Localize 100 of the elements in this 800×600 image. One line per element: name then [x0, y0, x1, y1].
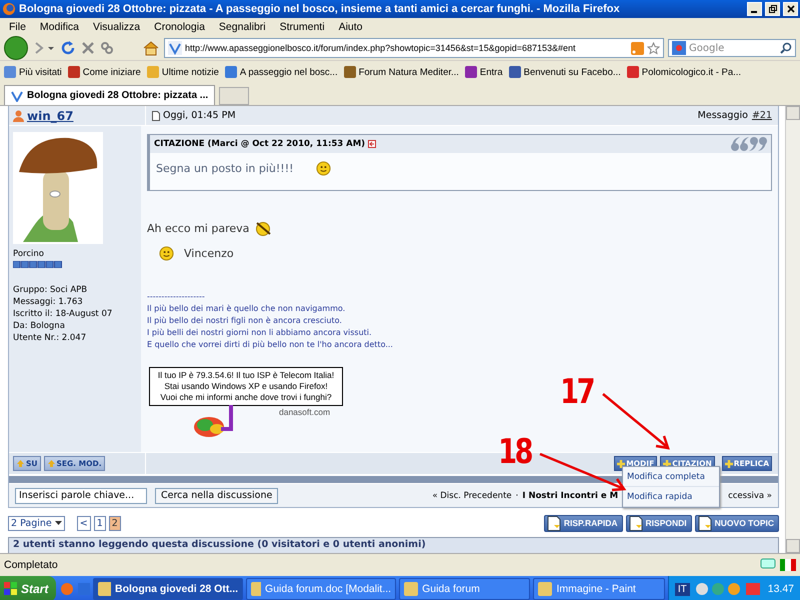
user-info: Messaggi: 1.763: [13, 296, 84, 308]
quote-header: CITAZIONE (Marci @ Oct 22 2010, 11:53 AM): [154, 139, 366, 149]
site-logo-icon: [11, 90, 23, 102]
scroll-down-button[interactable]: [786, 539, 800, 553]
bookmark-link[interactable]: A passeggio nel bosc...: [240, 66, 338, 78]
app-icon: [404, 582, 418, 596]
bookmark-link[interactable]: Benvenuti su Facebo...: [524, 66, 621, 78]
windows-logo-icon: [4, 582, 18, 596]
restore-icon: [768, 5, 776, 13]
bookmark-icon: [626, 66, 639, 78]
smiley-icon: [316, 161, 331, 176]
bookmark-icon: [4, 66, 16, 78]
bookmark-icon: [224, 66, 237, 78]
jump-arrow-icon[interactable]: [368, 140, 376, 148]
topic-title: I Nostri Incontri e M: [522, 490, 618, 500]
clock: 13.47: [768, 583, 794, 595]
back-button[interactable]: [4, 36, 28, 60]
signature-line: Il più bello dei mari è quello che non navigammo.: [147, 303, 346, 315]
bookmark-link[interactable]: Forum Natura Mediter...: [358, 66, 459, 78]
banner-text: Vuoi che mi informi anche dove trovi i funghi?: [159, 392, 333, 403]
user-info: Iscritto il: 18-August 07: [13, 308, 114, 320]
rss-icon[interactable]: [631, 42, 644, 54]
bookmark-link[interactable]: Polomicologico.it - Pa...: [642, 66, 742, 78]
dropdown-item[interactable]: Modifica completa: [623, 467, 719, 487]
reload-icon[interactable]: [60, 40, 76, 56]
bookmark-link[interactable]: Entra: [480, 66, 503, 78]
menu-item[interactable]: File: [2, 21, 33, 33]
bookmark-link[interactable]: Come iniziare: [82, 66, 141, 78]
banner-text: Stai usando Windows XP e usando Firefox!: [163, 381, 329, 392]
menu-item[interactable]: Strumenti: [272, 21, 332, 33]
signature-line: E quello che vorrei dirti di più bello non te l'ho ancora detto...: [147, 339, 394, 351]
taskbar-item[interactable]: Bologna giovedi 28 Ott...: [93, 578, 244, 600]
topic-action-button[interactable]: RISP.RAPIDA: [544, 514, 623, 532]
menu-item[interactable]: Modifica: [32, 21, 86, 33]
quote-text: Segna un posto in più!!!!: [156, 162, 294, 175]
caret-icon: [54, 520, 62, 526]
keyword-field[interactable]: Inserisci parole chiave...: [15, 488, 147, 504]
post-date: Oggi, 01:45 PM: [163, 110, 236, 121]
dropdown-item[interactable]: Modifica rapida: [623, 487, 719, 507]
post-text: Vincenzo: [184, 247, 234, 260]
bookmark-link[interactable]: Più visitati: [19, 66, 62, 78]
plus-icon: [724, 460, 733, 468]
italian-flag-icon[interactable]: [780, 559, 796, 571]
taskbar-item[interactable]: Immagine - Paint: [533, 578, 665, 600]
address-bar[interactable]: http://www.apasseggionelbosco.it/forum/index.php?showtopic=31456&st=15&gopid=687153&#ent: [164, 38, 664, 58]
previous-topic-link[interactable]: « Disc. Precedente: [432, 490, 512, 500]
search-field[interactable]: Google: [668, 39, 796, 57]
bookmark-icon: [508, 66, 521, 78]
link-icon[interactable]: [100, 41, 114, 55]
status-text: Completato: [4, 559, 59, 571]
search-icon[interactable]: [780, 42, 792, 54]
previous-page-button[interactable]: <: [76, 516, 91, 530]
banner-text: Il tuo IP è 79.3.54.6! Il tuo ISP è Telecom Italia!: [156, 370, 336, 381]
message-label: Messaggio: [698, 110, 748, 121]
home-icon[interactable]: [142, 40, 160, 56]
menu-item[interactable]: Segnalibri: [212, 21, 273, 33]
search-topic-button[interactable]: Cerca nella discussione: [155, 488, 278, 504]
star-icon[interactable]: [647, 42, 660, 54]
close-button[interactable]: [783, 2, 798, 16]
page-link[interactable]: 2: [108, 516, 121, 530]
menu-item[interactable]: Aiuto: [332, 21, 370, 33]
signature-line: Il più bello dei nostri figli non è ancora cresciuto.: [147, 315, 343, 327]
message-link[interactable]: #21: [752, 110, 772, 121]
user-info: Gruppo: Soci APB: [13, 284, 88, 296]
user-rank: Porcino: [13, 248, 45, 260]
firefox-icon: [2, 2, 16, 16]
google-icon: [672, 41, 686, 55]
minimize-button[interactable]: [747, 2, 762, 16]
page-link[interactable]: 1: [94, 516, 106, 530]
document-icon: [546, 516, 561, 530]
smiley-icon: [159, 246, 174, 261]
bookmark-link[interactable]: Ultime notizie: [162, 66, 219, 78]
site-logo-icon: [168, 41, 182, 55]
scroll-up-button[interactable]: [786, 106, 800, 120]
signature-line: I più belli dei nostri giorni non li abbiamo ancora vissuti.: [147, 327, 373, 339]
document-icon: [628, 516, 643, 530]
separator-text: ·: [516, 490, 518, 500]
next-topic-link[interactable]: ccessiva »: [728, 490, 772, 500]
menu-item[interactable]: Visualizza: [86, 21, 148, 33]
stop-icon[interactable]: [80, 40, 96, 56]
taskbar-item[interactable]: Guida forum: [399, 578, 530, 600]
bookmark-icon: [344, 66, 356, 78]
plus-icon: [617, 460, 626, 468]
arrow-icon: [46, 459, 56, 468]
banner-credit: danasoft.com: [279, 407, 330, 417]
menu-item[interactable]: Cronologia: [147, 21, 212, 33]
app-icon: [538, 582, 552, 596]
author-link[interactable]: win_67: [27, 108, 74, 122]
restore-button[interactable]: [765, 2, 780, 16]
new-tab-button[interactable]: [219, 87, 250, 105]
browser-tab[interactable]: Bologna giovedi 28 Ottobre: pizzata ...: [4, 85, 216, 105]
language-indicator[interactable]: IT: [674, 582, 690, 596]
plus-icon: [663, 460, 672, 468]
topic-action-button[interactable]: NUOVO TOPIC: [694, 514, 779, 532]
bookmark-icon: [146, 66, 159, 78]
start-button[interactable]: Start: [0, 576, 56, 600]
close-icon: [786, 5, 794, 13]
topic-action-button[interactable]: RISPONDI: [626, 514, 692, 532]
taskbar-item[interactable]: Guida forum.doc [Modalit...: [246, 578, 396, 600]
pages-dropdown[interactable]: 2 Pagine: [8, 516, 65, 530]
